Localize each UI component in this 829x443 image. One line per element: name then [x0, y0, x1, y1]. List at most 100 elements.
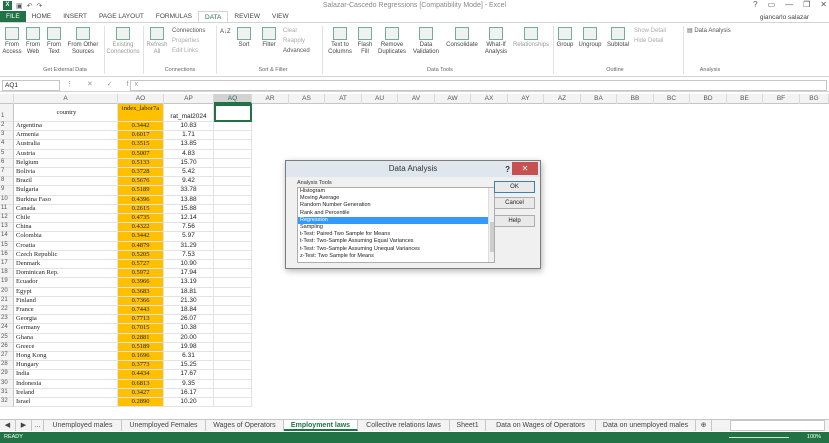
cell-country[interactable]: Indonesia: [14, 379, 118, 389]
column-header[interactable]: AP: [164, 94, 214, 104]
cell-rat-mal[interactable]: 1.71: [164, 131, 214, 141]
column-header[interactable]: BB: [617, 94, 654, 104]
sheet-tab-more[interactable]: ...: [32, 420, 44, 431]
cell-empty[interactable]: [214, 186, 252, 196]
list-item[interactable]: t-Test: Paired Two Sample for Means: [298, 231, 494, 238]
column-header[interactable]: AS: [289, 94, 325, 104]
cell-empty[interactable]: [214, 306, 252, 316]
refresh-all-button[interactable]: Refresh All: [146, 27, 168, 56]
cell-index-labor[interactable]: 0.5007: [118, 149, 164, 159]
reapply-button[interactable]: Reapply: [283, 36, 305, 46]
tab-page-layout[interactable]: PAGE LAYOUT: [93, 11, 150, 22]
cell-index-labor[interactable]: 0.3442: [118, 232, 164, 242]
text-to-columns-button[interactable]: Text to Columns: [326, 27, 354, 56]
cell-index-labor[interactable]: 0.5189: [118, 186, 164, 196]
cell-rat-mal[interactable]: 9.35: [164, 379, 214, 389]
cell-index-labor[interactable]: 0.2890: [118, 398, 164, 408]
cell-rat-mal[interactable]: 16.17: [164, 388, 214, 398]
cell-country[interactable]: China: [14, 223, 118, 233]
relationships-button[interactable]: Relationships: [511, 27, 551, 49]
name-box[interactable]: AQ1: [2, 80, 60, 91]
add-sheet-icon[interactable]: ⊕: [696, 420, 712, 431]
properties-button[interactable]: Properties: [172, 36, 199, 46]
row-number[interactable]: 1: [0, 104, 14, 122]
cell-country[interactable]: Colombia: [14, 232, 118, 242]
data-analysis-button[interactable]: ▤ Data Analysis: [687, 26, 731, 36]
row-number[interactable]: 28: [0, 361, 14, 371]
cell-rat-header[interactable]: rat_mal2024: [164, 104, 214, 122]
cell-empty[interactable]: [214, 370, 252, 380]
cell-country[interactable]: Germany: [14, 324, 118, 334]
column-header[interactable]: BE: [727, 94, 763, 104]
cell-index-labor[interactable]: 0.6017: [118, 131, 164, 141]
cell-index-labor[interactable]: 0.4735: [118, 214, 164, 224]
cell-empty[interactable]: [214, 269, 252, 279]
cell-country[interactable]: Burkina Faso: [14, 195, 118, 205]
sheet-tab[interactable]: Data on Wages of Operators: [486, 420, 596, 431]
sheet-tab[interactable]: Collective relations laws: [358, 420, 450, 431]
row-number[interactable]: 32: [0, 398, 14, 408]
column-header[interactable]: AV: [398, 94, 435, 104]
list-item[interactable]: t-Test: Two-Sample Assuming Equal Varian…: [298, 238, 494, 245]
sheet-tab[interactable]: Data on unemployed males: [596, 420, 696, 431]
next-sheet-arrow[interactable]: ▶: [16, 420, 32, 431]
cell-rat-mal[interactable]: 17.67: [164, 370, 214, 380]
column-header[interactable]: BD: [690, 94, 727, 104]
cell-empty[interactable]: [214, 131, 252, 141]
cell-country[interactable]: Canada: [14, 204, 118, 214]
cell-country[interactable]: Finland: [14, 296, 118, 306]
list-item[interactable]: Sampling: [298, 224, 494, 231]
cell-empty[interactable]: [214, 315, 252, 325]
cell-rat-mal[interactable]: 10.90: [164, 260, 214, 270]
group-button[interactable]: Group: [556, 27, 574, 49]
list-item[interactable]: t-Test: Two-Sample Assuming Unequal Vari…: [298, 246, 494, 253]
cell-rat-mal[interactable]: 18.81: [164, 287, 214, 297]
cell-index-labor[interactable]: 0.3773: [118, 361, 164, 371]
row-number[interactable]: 8: [0, 177, 14, 187]
cell-index-labor[interactable]: 0.7713: [118, 315, 164, 325]
column-header[interactable]: AT: [325, 94, 362, 104]
cell-country[interactable]: Denmark: [14, 260, 118, 270]
list-item[interactable]: Histogram: [298, 188, 494, 195]
list-item[interactable]: Rank and Percentile: [298, 210, 494, 217]
cell-country-header[interactable]: country: [14, 104, 118, 122]
cell-rat-mal[interactable]: 7.56: [164, 223, 214, 233]
row-number[interactable]: 29: [0, 370, 14, 380]
cell-country[interactable]: Brazil: [14, 177, 118, 187]
zoom-level[interactable]: 100%: [807, 432, 821, 443]
cell-index-labor[interactable]: 0.4879: [118, 241, 164, 251]
column-header[interactable]: BC: [654, 94, 690, 104]
cell-rat-mal[interactable]: 7.53: [164, 250, 214, 260]
row-number[interactable]: 14: [0, 232, 14, 242]
dialog-close-button[interactable]: ✕: [512, 162, 538, 175]
cell-rat-mal[interactable]: 21.30: [164, 296, 214, 306]
cell-empty[interactable]: [214, 352, 252, 362]
cell-index-labor[interactable]: 0.4322: [118, 223, 164, 233]
cell-empty[interactable]: [214, 342, 252, 352]
advanced-button[interactable]: Advanced: [283, 46, 310, 56]
column-header[interactable]: BG: [800, 94, 829, 104]
cell-empty[interactable]: [214, 204, 252, 214]
cell-empty[interactable]: [214, 140, 252, 150]
from-text-button[interactable]: From Text: [45, 27, 63, 56]
cell-rat-mal[interactable]: 5.97: [164, 232, 214, 242]
sort-az-button[interactable]: A↓Z: [220, 29, 231, 36]
row-number[interactable]: 31: [0, 388, 14, 398]
cell-index-labor[interactable]: 0.7366: [118, 296, 164, 306]
cell-country[interactable]: Hungary: [14, 361, 118, 371]
row-number[interactable]: 25: [0, 333, 14, 343]
tab-insert[interactable]: INSERT: [57, 11, 93, 22]
row-number[interactable]: 26: [0, 342, 14, 352]
cell-country[interactable]: Australia: [14, 140, 118, 150]
zoom-slider[interactable]: [729, 437, 789, 438]
analysis-tools-list[interactable]: Histogram Moving Average Random Number Gen…: [297, 187, 495, 263]
existing-connections-button[interactable]: Existing Connections: [106, 27, 140, 56]
row-number[interactable]: 22: [0, 306, 14, 316]
cell-country[interactable]: Dominican Rep.: [14, 269, 118, 279]
hide-detail-button[interactable]: Hide Detail: [634, 36, 663, 46]
row-number[interactable]: 15: [0, 241, 14, 251]
cell-empty[interactable]: [214, 149, 252, 159]
cell-index-labor[interactable]: 0.3515: [118, 140, 164, 150]
sheet-tab[interactable]: Unemployed males: [44, 420, 122, 431]
row-number[interactable]: 19: [0, 278, 14, 288]
